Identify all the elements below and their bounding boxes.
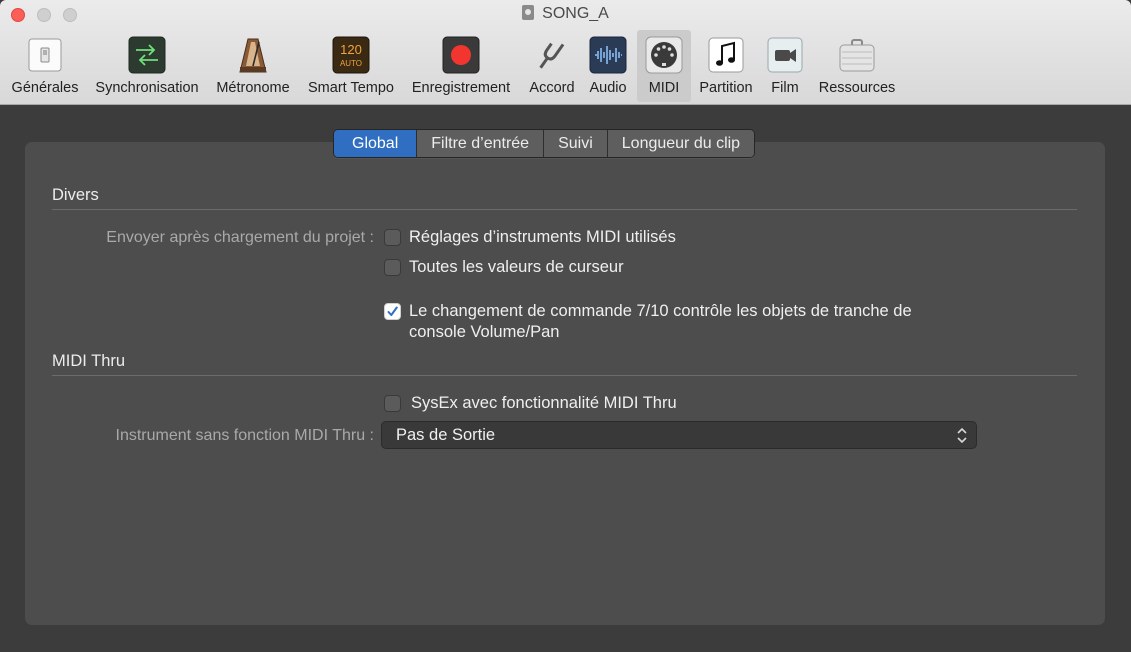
checkmark-icon — [387, 306, 398, 316]
toolbar-item-label: Film — [771, 80, 799, 96]
window-title: SONG_A — [0, 5, 1131, 23]
toolbar-item-label: Enregistrement — [411, 80, 511, 96]
toolbar-item-synchronisation[interactable]: Synchronisation — [90, 30, 204, 102]
title-bar: SONG_A Générales Synchronisation Métrono… — [0, 0, 1131, 105]
record-icon — [442, 36, 480, 74]
all-fader-values-checkbox[interactable] — [384, 259, 401, 276]
section-divider — [52, 375, 1077, 376]
window-title-text: SONG_A — [542, 5, 609, 22]
up-down-chevron-icon — [957, 427, 967, 444]
metronome-icon — [239, 38, 267, 73]
toolbar-item-label: Générales — [11, 80, 79, 96]
toolbar-item-label: Partition — [699, 80, 753, 96]
section-divider — [52, 209, 1077, 210]
cc-volume-pan-checkbox[interactable] — [384, 303, 401, 320]
toolbar-item-label: MIDI — [648, 80, 680, 96]
cc-volume-pan-label-line2: console Volume/Pan — [409, 323, 560, 341]
video-camera-icon — [767, 37, 803, 73]
all-fader-values-label[interactable]: Toutes les valeurs de curseur — [409, 257, 624, 278]
toolbar-item-label: Accord — [529, 80, 575, 96]
midi-preferences-window: SONG_A Générales Synchronisation Métrono… — [0, 0, 1131, 652]
smart-tempo-mode: AUTO — [340, 59, 362, 68]
toolbar-item-ressources[interactable]: Ressources — [812, 30, 902, 102]
section-title-divers: Divers — [52, 186, 99, 204]
toolbar-item-audio[interactable]: Audio — [584, 30, 632, 102]
send-after-load-label: Envoyer après chargement du projet : — [106, 229, 374, 246]
midi-port-icon — [645, 36, 683, 74]
toolbar-item-partition[interactable]: Partition — [694, 30, 758, 102]
cc-volume-pan-label-line1: Le changement de commande 7/10 contrôle … — [409, 302, 912, 320]
tab-bar: Global Filtre d’entrée Suivi Longueur du… — [333, 129, 756, 158]
tab-longueur-clip[interactable]: Longueur du clip — [606, 130, 755, 157]
briefcase-icon — [839, 39, 875, 72]
toolbar-item-accord[interactable]: Accord — [523, 30, 581, 102]
midi-instrument-settings-checkbox[interactable] — [384, 229, 401, 246]
toolbar-item-metronome[interactable]: Métronome — [210, 30, 296, 102]
toolbar-item-label: Smart Tempo — [308, 80, 394, 96]
tab-suivi[interactable]: Suivi — [543, 130, 607, 157]
midi-instrument-settings-label[interactable]: Réglages d’instruments MIDI utilisés — [409, 227, 676, 248]
sync-arrows-icon — [128, 36, 166, 74]
toolbar-item-midi[interactable]: MIDI — [637, 30, 691, 102]
sysex-midi-thru-label[interactable]: SysEx avec fonctionnalité MIDI Thru — [411, 393, 677, 414]
tuning-fork-icon — [539, 42, 565, 69]
toolbar-item-smart-tempo[interactable]: 120 AUTO Smart Tempo — [302, 30, 400, 102]
switch-icon — [28, 38, 62, 72]
toolbar-item-film[interactable]: Film — [762, 30, 808, 102]
section-title-midi-thru: MIDI Thru — [52, 352, 126, 370]
instrument-no-thru-label: Instrument sans fonction MIDI Thru : — [115, 427, 374, 444]
settings-panel — [25, 142, 1105, 625]
document-icon — [522, 5, 535, 20]
smart-tempo-value: 120 — [340, 42, 362, 57]
toolbar-item-enregistrement[interactable]: Enregistrement — [405, 30, 517, 102]
music-note-icon — [708, 37, 744, 73]
tab-filtre-entree[interactable]: Filtre d’entrée — [416, 130, 544, 157]
toolbar-item-generales[interactable]: Générales — [4, 30, 86, 102]
smart-tempo-icon: 120 AUTO — [332, 36, 370, 74]
sysex-midi-thru-checkbox[interactable] — [384, 395, 401, 412]
cc-volume-pan-label[interactable]: Le changement de commande 7/10 contrôle … — [409, 301, 912, 343]
tab-global[interactable]: Global — [334, 130, 417, 157]
toolbar-item-label: Métronome — [216, 80, 290, 96]
instrument-no-thru-select[interactable]: Pas de Sortie — [381, 421, 977, 449]
toolbar-item-label: Audio — [589, 80, 627, 96]
waveform-icon — [589, 36, 627, 74]
toolbar-item-label: Ressources — [818, 80, 896, 96]
instrument-no-thru-value: Pas de Sortie — [396, 426, 496, 444]
toolbar-item-label: Synchronisation — [95, 80, 199, 96]
